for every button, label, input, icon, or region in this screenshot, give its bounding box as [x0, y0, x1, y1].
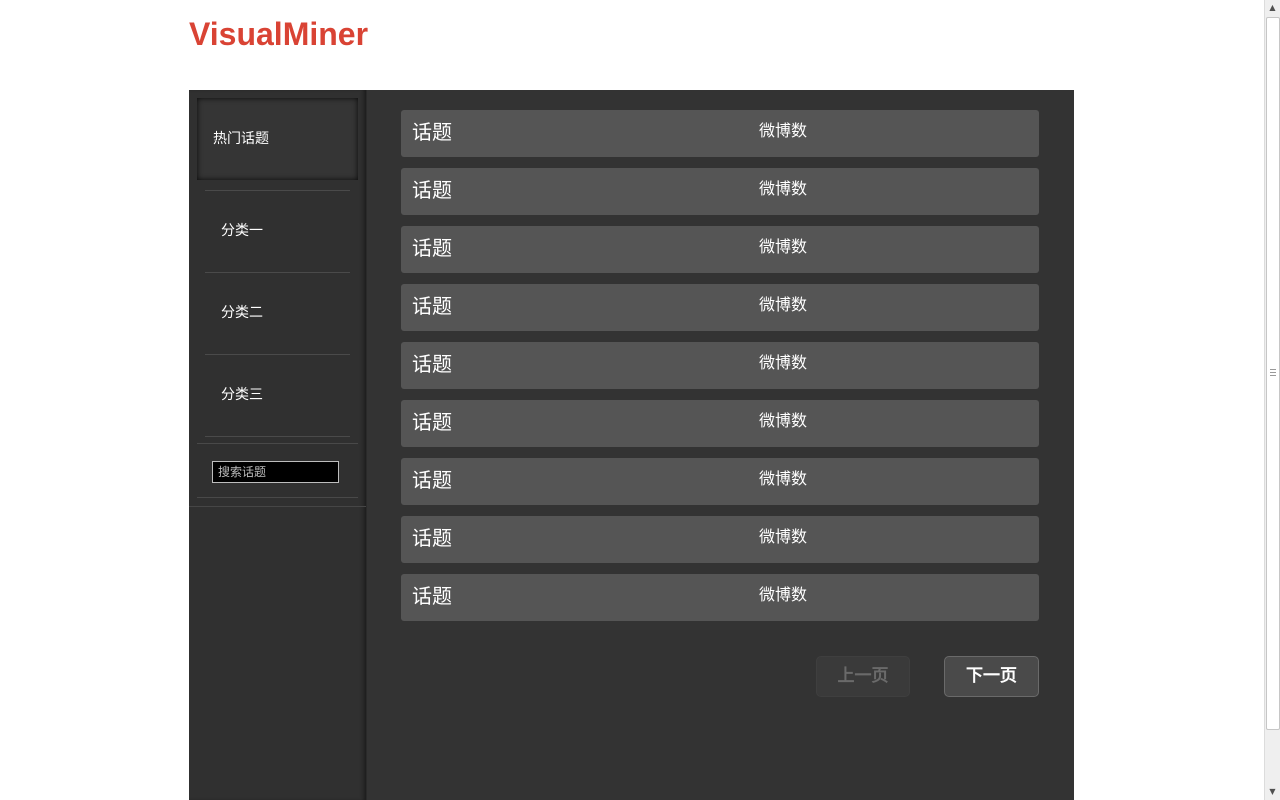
search-input[interactable]: [212, 461, 339, 483]
next-page-button[interactable]: 下一页: [944, 656, 1039, 697]
scroll-up-arrow-icon[interactable]: ▲: [1265, 0, 1280, 16]
grip-icon: [1270, 369, 1276, 376]
topic-name: 话题: [412, 236, 452, 260]
topic-name: 话题: [412, 178, 452, 202]
topic-row[interactable]: 话题 微博数: [401, 458, 1039, 505]
main-panel: 热门话题 分类一 分类二 分类三 话题微博数话题微博数话题微博数话题微博数话题微…: [189, 90, 1074, 800]
weibo-count: 微博数: [759, 469, 808, 488]
weibo-count: 微博数: [759, 411, 808, 430]
weibo-count: 微博数: [759, 121, 808, 140]
prev-page-button[interactable]: 上一页: [816, 656, 910, 697]
page: VisualMiner 热门话题 分类一 分类二 分类三 话题微博数话题微博数话…: [0, 0, 1280, 800]
weibo-count: 微博数: [759, 527, 808, 546]
weibo-count: 微博数: [759, 295, 808, 314]
topic-row[interactable]: 话题 微博数: [401, 110, 1039, 157]
topic-name: 话题: [412, 352, 452, 376]
app-logo[interactable]: VisualMiner: [189, 14, 368, 54]
topic-name: 话题: [412, 410, 452, 434]
topic-row[interactable]: 话题 微博数: [401, 226, 1039, 273]
sidebar: 热门话题 分类一 分类二 分类三: [189, 90, 367, 800]
topic-name: 话题: [412, 120, 452, 144]
weibo-count: 微博数: [759, 585, 808, 604]
scroll-thumb[interactable]: [1266, 17, 1280, 730]
sidebar-item-label: 分类一: [221, 223, 263, 239]
weibo-count: 微博数: [759, 353, 808, 372]
topic-row[interactable]: 话题 微博数: [401, 342, 1039, 389]
sidebar-item-category-1[interactable]: 分类一: [205, 190, 350, 272]
vertical-scrollbar[interactable]: ▲ ▼: [1264, 0, 1280, 800]
scroll-down-arrow-icon[interactable]: ▼: [1265, 784, 1280, 800]
sidebar-item-label: 分类二: [221, 305, 263, 321]
topic-row[interactable]: 话题 微博数: [401, 516, 1039, 563]
topic-name: 话题: [412, 526, 452, 550]
topic-row[interactable]: 话题 微博数: [401, 400, 1039, 447]
sidebar-item-hot-topics[interactable]: 热门话题: [197, 98, 358, 180]
sidebar-divider: [197, 497, 358, 498]
sidebar-divider: [197, 443, 358, 444]
topic-name: 话题: [412, 468, 452, 492]
sidebar-item-category-3[interactable]: 分类三: [205, 354, 350, 437]
topic-row[interactable]: 话题 微博数: [401, 168, 1039, 215]
weibo-count: 微博数: [759, 179, 808, 198]
sidebar-item-label: 分类三: [221, 387, 263, 403]
topic-name: 话题: [412, 294, 452, 318]
topic-row[interactable]: 话题 微博数: [401, 284, 1039, 331]
topic-row[interactable]: 话题 微博数: [401, 574, 1039, 621]
sidebar-item-category-2[interactable]: 分类二: [205, 272, 350, 354]
weibo-count: 微博数: [759, 237, 808, 256]
topic-name: 话题: [412, 584, 452, 608]
sidebar-item-label: 热门话题: [213, 131, 269, 147]
sidebar-divider: [189, 506, 366, 507]
